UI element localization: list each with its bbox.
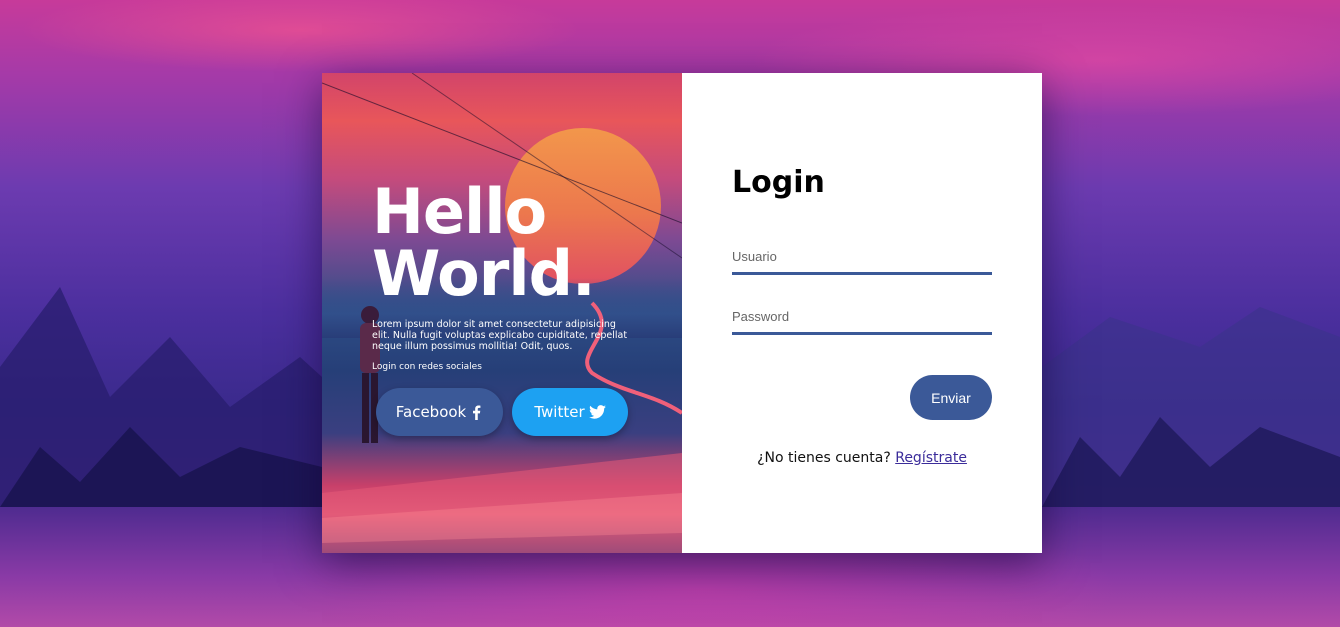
hero-description: Lorem ipsum dolor sit amet consectetur a…	[372, 319, 628, 352]
twitter-icon	[588, 405, 606, 419]
facebook-icon	[473, 405, 481, 420]
register-prompt-text: ¿No tienes cuenta?	[757, 450, 891, 466]
twitter-login-button[interactable]: Twitter	[512, 388, 628, 436]
register-link[interactable]: Regístrate	[895, 450, 967, 466]
password-input[interactable]	[732, 301, 992, 335]
submit-button[interactable]: Enviar	[910, 375, 992, 420]
hero-heading-line-1: Hello	[372, 175, 547, 248]
twitter-button-label: Twitter	[534, 403, 585, 421]
hero-heading-line-2: World.	[372, 237, 596, 310]
register-prompt-line: ¿No tienes cuenta? Regístrate	[682, 450, 1042, 466]
login-form-panel: Login Enviar ¿No tienes cuenta? Regístra…	[682, 73, 1042, 553]
hero-panel: Hello World. Lorem ipsum dolor sit amet …	[322, 73, 682, 553]
username-input[interactable]	[732, 241, 992, 275]
login-title: Login	[732, 165, 825, 200]
login-card: Hello World. Lorem ipsum dolor sit amet …	[322, 73, 1042, 553]
hero-heading: Hello World.	[372, 175, 596, 310]
facebook-login-button[interactable]: Facebook	[376, 388, 503, 436]
social-login-label: Login con redes sociales	[372, 362, 482, 372]
facebook-button-label: Facebook	[395, 403, 467, 421]
